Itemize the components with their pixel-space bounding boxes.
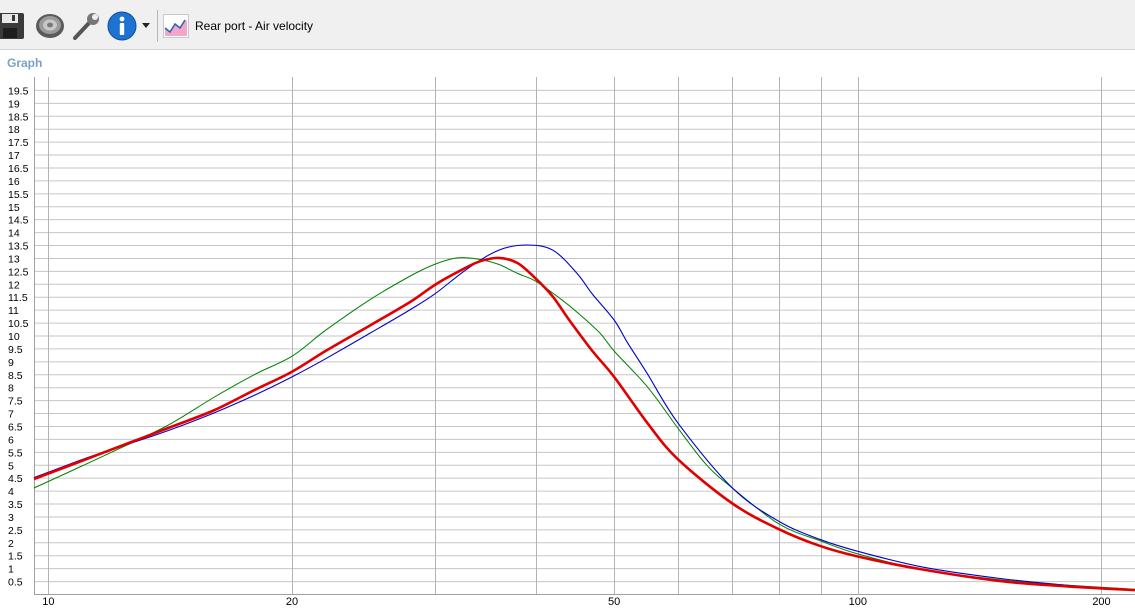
y-tick-label: 8.5	[8, 370, 23, 382]
chart-axes: 0.511.522.533.544.555.566.577.588.599.51…	[8, 77, 1135, 607]
tools-button[interactable]	[70, 9, 102, 43]
y-tick-label: 17.5	[8, 137, 29, 149]
y-tick-label: 1.5	[8, 551, 23, 563]
y-tick-label: 15	[8, 202, 20, 214]
y-tick-label: 10.5	[8, 318, 29, 330]
y-tick-label: 13	[8, 253, 20, 265]
toolbar-separator	[157, 10, 158, 42]
graph-icon	[163, 14, 189, 38]
y-tick-label: 4	[8, 486, 14, 498]
y-tick-label: 7	[8, 409, 14, 421]
y-tick-label: 10	[8, 331, 20, 343]
y-tick-label: 4.5	[8, 473, 23, 485]
y-tick-label: 6	[8, 434, 14, 446]
air-velocity-chart: 0.511.522.533.544.555.566.577.588.599.51…	[8, 77, 1135, 607]
speaker-icon	[36, 14, 64, 38]
x-tick-label: 100	[849, 596, 867, 607]
y-tick-label: 3.5	[8, 499, 23, 511]
dropdown-arrow-icon	[142, 23, 150, 28]
y-tick-label: 18	[8, 124, 20, 136]
y-tick-label: 14.5	[8, 215, 29, 227]
y-tick-label: 8	[8, 383, 14, 395]
y-tick-label: 14	[8, 228, 20, 240]
info-dropdown-button[interactable]	[141, 20, 151, 32]
y-tick-label: 17	[8, 150, 20, 162]
y-tick-label: 2	[8, 538, 14, 550]
y-tick-label: 11	[8, 305, 19, 317]
info-button[interactable]	[106, 9, 138, 43]
y-tick-label: 5.5	[8, 447, 23, 459]
floppy-disk-icon	[0, 13, 24, 39]
y-tick-label: 19.5	[8, 85, 29, 97]
save-button[interactable]	[0, 9, 26, 43]
info-icon	[107, 11, 137, 41]
y-tick-label: 9.5	[8, 344, 23, 356]
series-line-3	[33, 256, 1135, 592]
y-tick-label: 7.5	[8, 396, 23, 408]
y-tick-label: 0.5	[8, 577, 23, 589]
toolbar: Rear port - Air velocity	[0, 0, 1135, 50]
graph-select-label: Rear port - Air velocity	[195, 19, 314, 33]
x-tick-label: 50	[608, 596, 620, 607]
graph-select-button[interactable]: Rear port - Air velocity	[163, 13, 313, 39]
chart-grid	[34, 77, 1135, 594]
y-tick-label: 16.5	[8, 163, 29, 175]
x-tick-label: 200	[1092, 596, 1110, 607]
speaker-button[interactable]	[34, 9, 66, 43]
y-tick-label: 1	[8, 564, 14, 576]
y-tick-label: 15.5	[8, 189, 29, 201]
y-tick-label: 11.5	[8, 292, 28, 304]
graph-section-label: Graph	[7, 56, 43, 70]
wrench-icon	[73, 13, 99, 40]
y-tick-label: 13.5	[8, 241, 29, 253]
y-tick-label: 18.5	[8, 111, 29, 123]
y-tick-label: 3	[8, 512, 14, 524]
y-tick-label: 12	[8, 279, 20, 291]
y-tick-label: 6.5	[8, 421, 23, 433]
y-tick-label: 19	[8, 98, 20, 110]
x-tick-label: 20	[286, 596, 298, 607]
y-tick-label: 12.5	[8, 266, 29, 278]
y-tick-label: 5	[8, 460, 14, 472]
x-tick-label: 10	[42, 596, 54, 607]
y-tick-label: 16	[8, 176, 20, 188]
y-tick-label: 2.5	[8, 525, 23, 537]
y-tick-label: 9	[8, 357, 14, 369]
series-line-1	[33, 257, 1135, 590]
